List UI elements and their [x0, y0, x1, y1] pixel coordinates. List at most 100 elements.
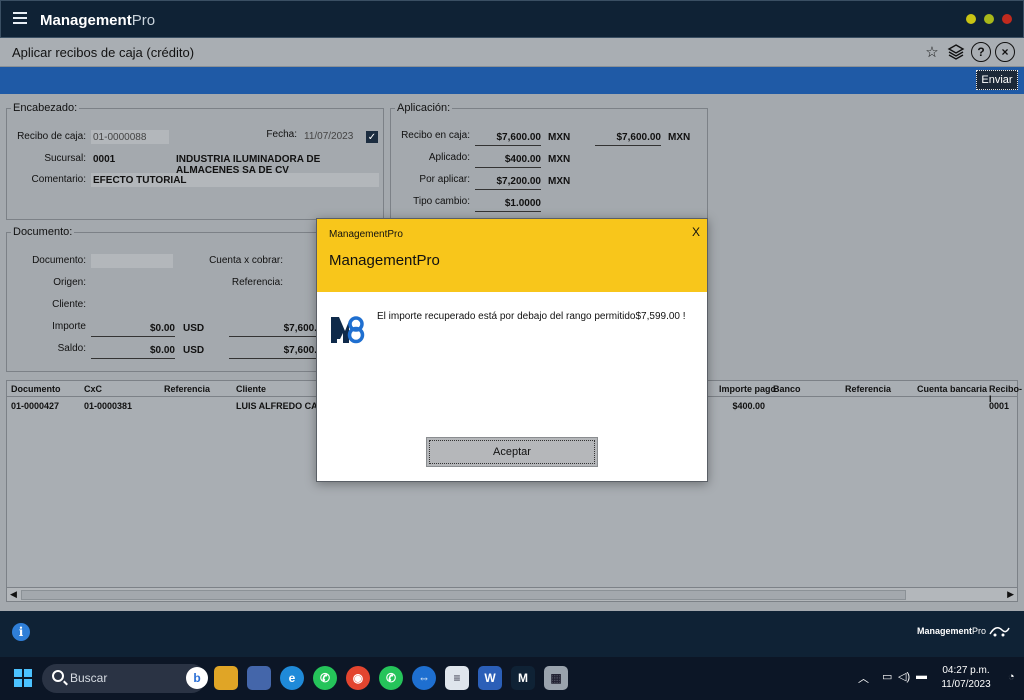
- sucursal-code[interactable]: 0001: [93, 154, 115, 165]
- importe-currency: USD: [183, 323, 205, 334]
- minimize-dot[interactable]: [966, 14, 976, 24]
- documento-field[interactable]: [91, 254, 173, 268]
- recibo-caja-value-2: $7,600.00: [595, 132, 661, 146]
- aplicado-label: Aplicado:: [428, 152, 470, 163]
- whatsapp-icon[interactable]: ✆: [313, 666, 337, 690]
- cell-documento: 01-0000427: [11, 401, 60, 411]
- cuenta-cobrar-label: Cuenta x cobrar:: [209, 255, 283, 266]
- accept-label: Aceptar: [429, 440, 595, 464]
- taskbar-clock[interactable]: 04:27 p.m. 11/07/2023: [936, 664, 996, 692]
- horizontal-scrollbar[interactable]: ◀ ▶: [7, 587, 1017, 601]
- importe-label: Importe: [52, 321, 86, 332]
- cell-recibo: 0001: [989, 401, 1010, 411]
- saldo-label: Saldo:: [57, 343, 86, 354]
- dialog-title: ManagementPro: [329, 252, 440, 269]
- column-header[interactable]: Cuenta bancaria: [917, 384, 987, 394]
- calculator-icon[interactable]: ▦: [544, 666, 568, 690]
- importe-value-2: $7,600.: [229, 323, 317, 337]
- m8-logo-icon: [331, 316, 365, 344]
- app-icon[interactable]: [247, 666, 271, 690]
- whatsapp-alt-icon[interactable]: ✆: [379, 666, 403, 690]
- file-explorer-icon[interactable]: [214, 666, 238, 690]
- recibo-caja-currency-2: MXN: [668, 132, 691, 143]
- aplicado-value: $400.00: [475, 154, 541, 168]
- column-header[interactable]: Referencia: [845, 384, 891, 394]
- sucursal-label: Sucursal:: [44, 153, 86, 164]
- encabezado-group: Encabezado: Recibo de caja: 01-0000088 F…: [6, 102, 384, 220]
- menu-icon[interactable]: [13, 12, 27, 26]
- send-button[interactable]: Enviar: [976, 70, 1018, 90]
- saldo-value: $0.00: [91, 345, 175, 359]
- footer-logo-icon: [989, 627, 1010, 637]
- importe-value: $0.00: [91, 323, 175, 337]
- por-aplicar-value: $7,200.00: [475, 176, 541, 190]
- column-header[interactable]: Banco: [773, 384, 801, 394]
- windows-taskbar: Buscar b e ✆ ◉ ✆ ⇔ ≡ W M ▦ ︿ ▭ ◁) ▬ 04:2…: [0, 657, 1024, 700]
- column-header[interactable]: Cliente: [236, 384, 266, 394]
- cell-importe-pago: $400.00: [732, 401, 765, 411]
- star-icon[interactable]: ☆: [922, 42, 942, 62]
- layers-icon[interactable]: [946, 42, 966, 62]
- comentario-label: Comentario:: [31, 174, 86, 185]
- action-bar: Enviar: [0, 67, 1024, 94]
- column-header[interactable]: Importe pago: [719, 384, 776, 394]
- help-icon[interactable]: ?: [971, 42, 991, 62]
- scroll-right-icon[interactable]: ▶: [1007, 589, 1014, 600]
- notifications-icon[interactable]: ◔: [1008, 671, 1015, 683]
- encabezado-legend: Encabezado:: [13, 102, 78, 114]
- recibo-caja-value: $7,600.00: [475, 132, 541, 146]
- word-icon[interactable]: W: [478, 666, 502, 690]
- column-header[interactable]: CxC: [84, 384, 102, 394]
- message-dialog: ManagementPro ManagementPro X El importe…: [316, 218, 708, 482]
- sub-header: Aplicar recibos de caja (crédito) ☆ ? ×: [0, 38, 1024, 67]
- saldo-currency: USD: [183, 345, 205, 356]
- windows-start-icon[interactable]: [14, 669, 32, 687]
- volume-icon[interactable]: ◁): [898, 670, 910, 683]
- date-checkbox[interactable]: ✓: [366, 131, 378, 143]
- column-header[interactable]: Documento: [11, 384, 61, 394]
- taskbar-search[interactable]: Buscar: [42, 664, 206, 693]
- por-aplicar-currency: MXN: [548, 176, 571, 187]
- aplicacion-legend: Aplicación:: [397, 102, 451, 114]
- tray-expand-icon[interactable]: ︿: [858, 670, 869, 686]
- cell-cxc: 01-0000381: [84, 401, 133, 411]
- maximize-dot[interactable]: [984, 14, 994, 24]
- accept-button[interactable]: Aceptar: [426, 437, 598, 467]
- recibo-label: Recibo de caja:: [17, 131, 86, 142]
- managementpro-icon[interactable]: M: [511, 666, 535, 690]
- recibo-value: 01-0000088: [93, 132, 147, 143]
- dialog-caption: ManagementPro: [329, 229, 403, 240]
- clock-time: 04:27 p.m.: [942, 665, 990, 676]
- battery-icon[interactable]: ▬: [916, 670, 927, 682]
- footer-brand: ManagementPro: [916, 626, 986, 636]
- documento-label: Documento:: [32, 255, 86, 266]
- info-icon[interactable]: i: [12, 623, 30, 641]
- fecha-label: Fecha:: [266, 129, 297, 140]
- fecha-value[interactable]: 11/07/2023: [304, 131, 353, 142]
- edge-icon[interactable]: e: [280, 666, 304, 690]
- bing-icon[interactable]: b: [186, 667, 208, 689]
- network-icon[interactable]: ▭: [882, 670, 892, 683]
- scroll-thumb[interactable]: [21, 590, 906, 600]
- close-dot[interactable]: [1002, 14, 1012, 24]
- documento-legend: Documento:: [13, 226, 73, 238]
- referencia-label: Referencia:: [231, 277, 283, 288]
- title-bar: ManagementPro: [0, 0, 1024, 38]
- tipo-cambio-label: Tipo cambio:: [413, 196, 470, 207]
- teamviewer-icon[interactable]: ⇔: [412, 666, 436, 690]
- scroll-left-icon[interactable]: ◀: [10, 589, 17, 600]
- notepad-icon[interactable]: ≡: [445, 666, 469, 690]
- saldo-value-2: $7,600.: [229, 345, 317, 359]
- chrome-icon[interactable]: ◉: [346, 666, 370, 690]
- por-aplicar-label: Por aplicar:: [419, 174, 470, 185]
- column-header[interactable]: Referencia: [164, 384, 210, 394]
- comentario-value: EFECTO TUTORIAL: [93, 175, 187, 186]
- close-circle-icon[interactable]: ×: [995, 42, 1015, 62]
- cliente-label: Cliente:: [52, 299, 86, 310]
- aplicado-currency: MXN: [548, 154, 571, 165]
- tipo-cambio-value[interactable]: $1.0000: [475, 198, 541, 212]
- aplicacion-group: Aplicación: Recibo en caja: $7,600.00 MX…: [390, 102, 708, 220]
- page-title: Aplicar recibos de caja (crédito): [12, 45, 195, 60]
- dialog-close-button[interactable]: X: [692, 225, 700, 239]
- recibo-caja-label: Recibo en caja:: [401, 130, 470, 141]
